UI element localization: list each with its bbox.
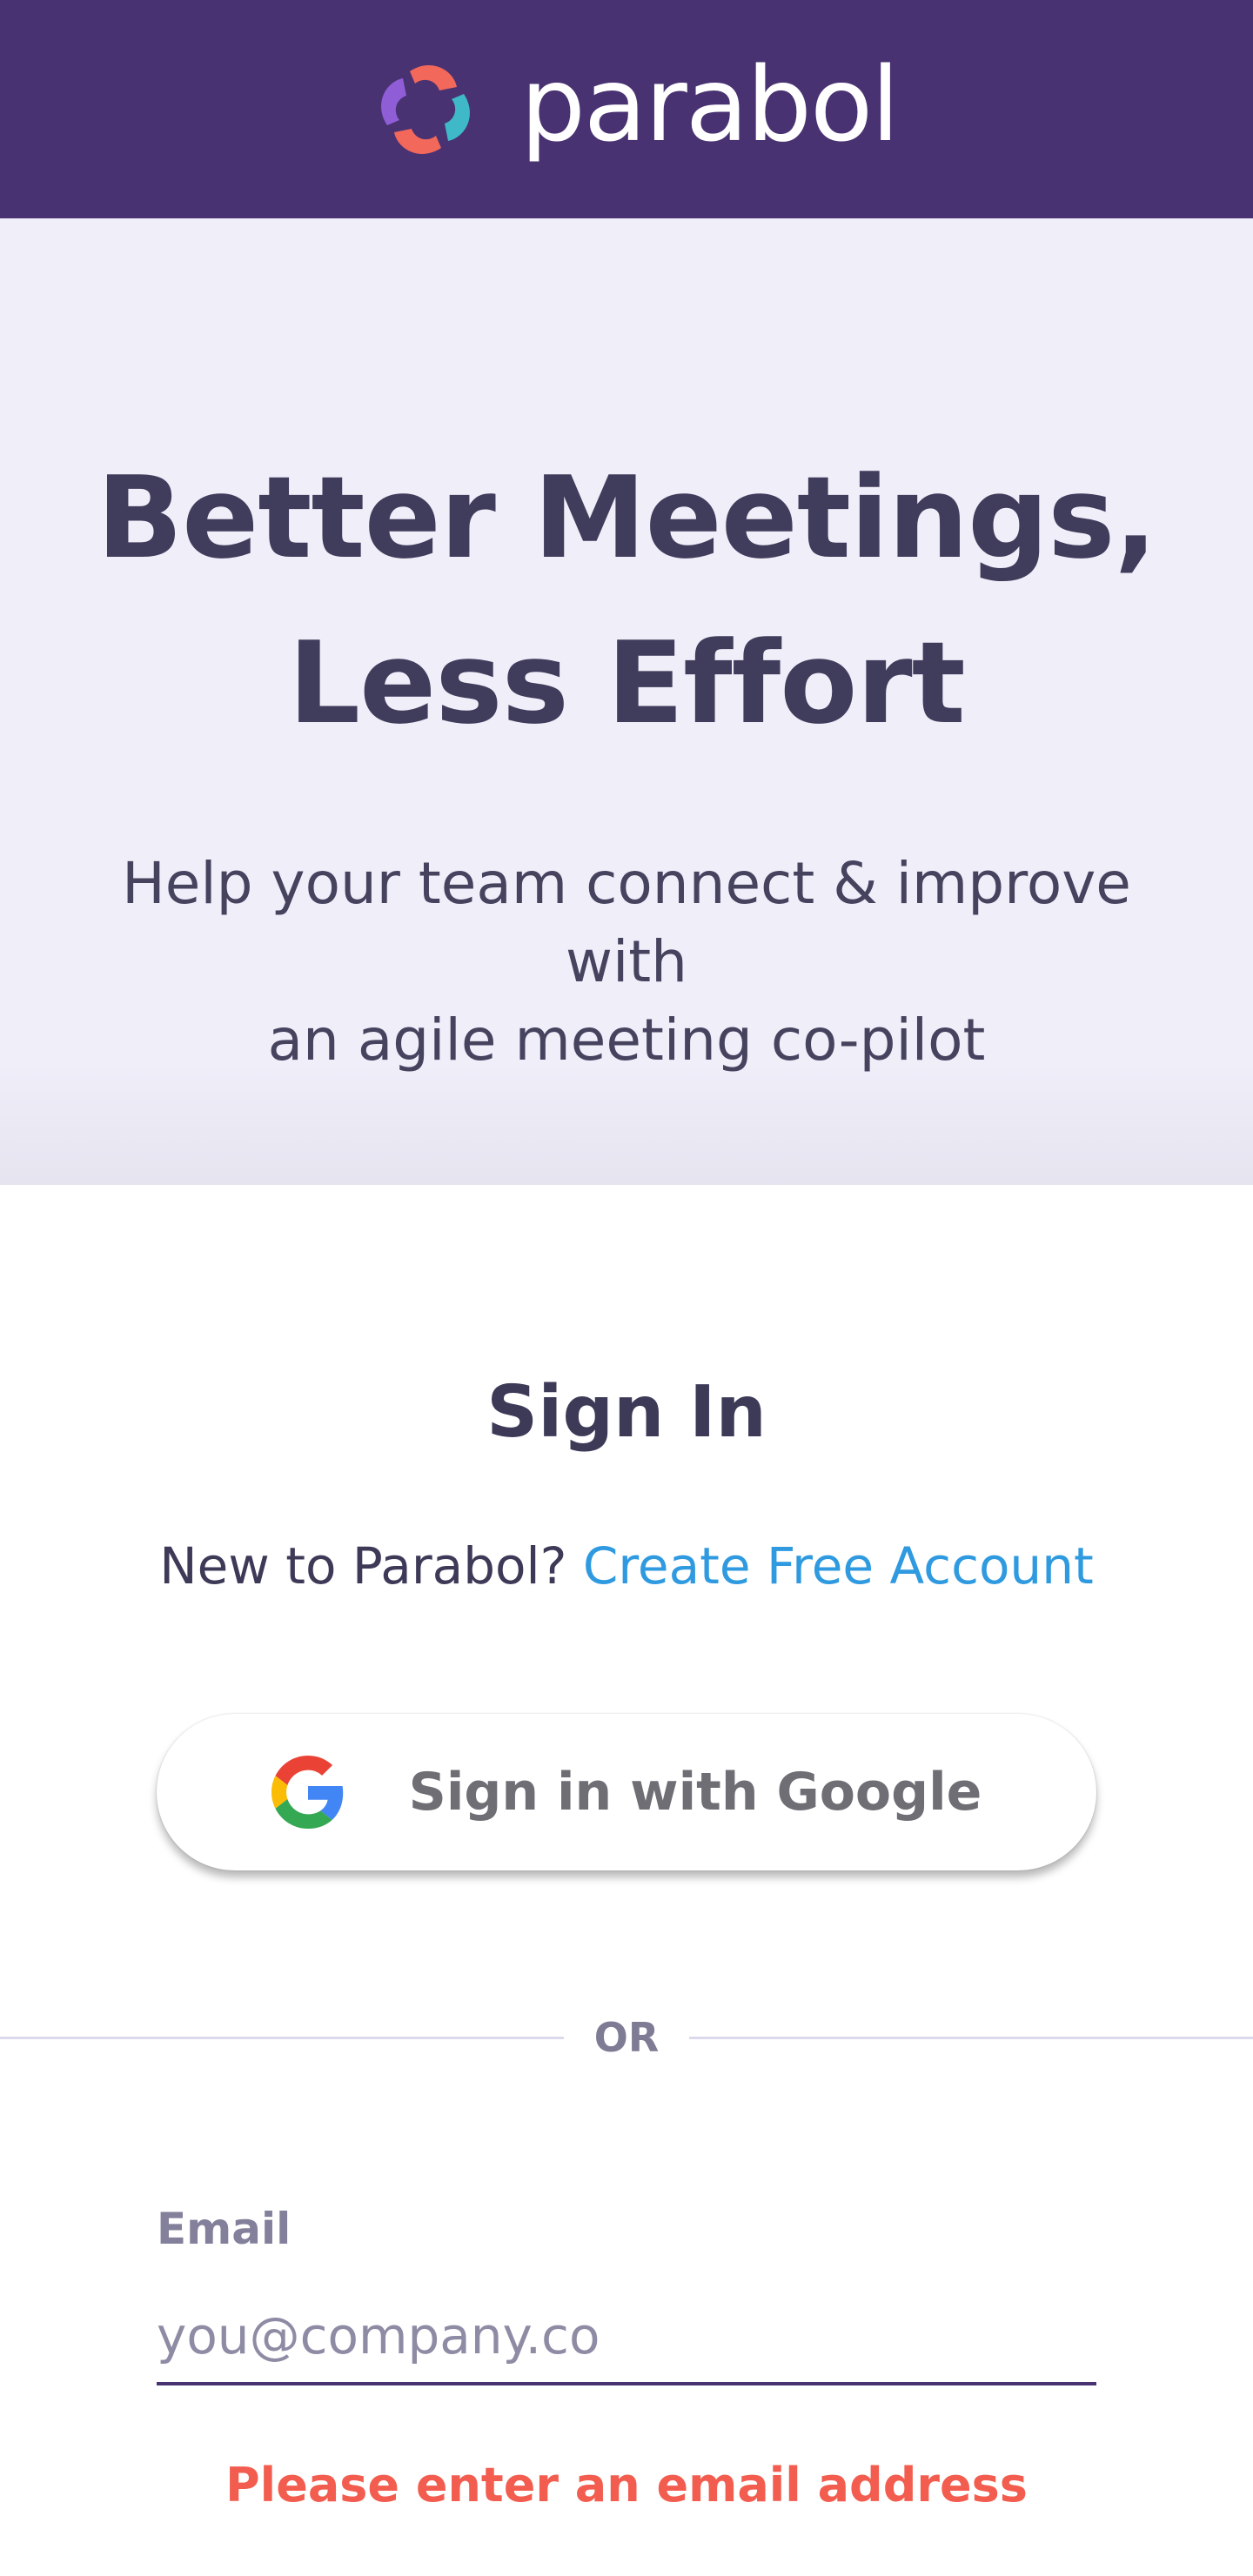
signin-title: Sign In [486,1371,767,1454]
divider-line-left [0,2037,564,2039]
hero-section: Better Meetings, Less Effort Help your t… [0,218,1253,1185]
google-g-icon [271,1756,343,1829]
create-account-prompt: New to Parabol? Create Free Account [0,1531,1253,1601]
hero-title-line-1: Better Meetings, [97,452,1157,584]
or-divider: OR [0,2003,1253,2072]
google-signin-button[interactable]: Sign in with Google [157,1714,1096,1870]
email-label: Email [157,2204,291,2254]
new-user-text: New to Parabol? [159,1536,567,1596]
hero-subtitle: Help your team connect & improve with an… [61,845,1192,1080]
parabol-logo-icon [381,65,470,154]
hero-subtitle-line-2: an agile meeting co-pilot [267,1007,986,1074]
email-input[interactable] [157,2290,1096,2385]
create-account-link[interactable]: Create Free Account [583,1536,1094,1596]
hero-title: Better Meetings, Less Effort [0,435,1253,766]
google-signin-label: Sign in with Google [408,1762,982,1823]
hero-subtitle-line-1: Help your team connect & improve with [122,850,1131,995]
divider-line-right [689,2037,1253,2039]
brand-name: parabol [520,44,900,164]
signin-section: Sign In New to Parabol? Create Free Acco… [0,1185,1253,2576]
email-error-message: Please enter an email address [225,2458,1028,2512]
top-header: parabol [0,0,1253,218]
or-label: OR [593,2014,660,2061]
hero-title-line-2: Less Effort [288,617,966,749]
brand[interactable]: parabol [365,44,900,165]
